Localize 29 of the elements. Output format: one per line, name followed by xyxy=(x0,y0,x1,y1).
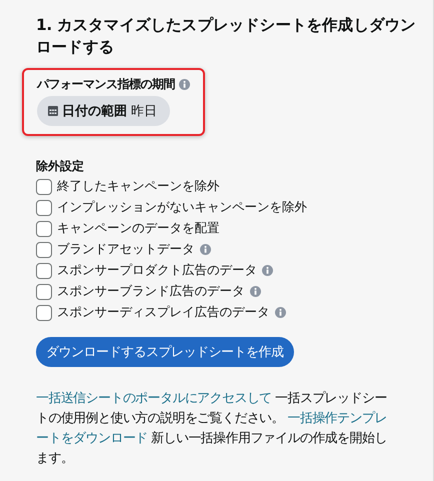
info-icon[interactable] xyxy=(262,265,273,276)
help-link[interactable]: 一括送信シートのポータルにアクセスして xyxy=(36,391,272,406)
section-heading: 除外設定 xyxy=(36,158,85,175)
section-title: 1. カスタマイズしたスプレッドシートを作成しダウンロードする xyxy=(36,15,417,58)
checkbox-label: スポンサーブランド広告のデータ xyxy=(57,283,244,300)
checkbox-label: スポンサーディスプレイ広告のデータ xyxy=(57,304,270,321)
checkbox[interactable] xyxy=(36,242,52,258)
checkbox[interactable] xyxy=(36,220,52,236)
checkbox[interactable] xyxy=(36,200,52,216)
date-range-button[interactable]: 日付の範囲 昨日 xyxy=(37,96,170,126)
checkbox-label: インプレッションがないキャンペーンを除外 xyxy=(57,199,307,216)
help-link[interactable]: 一括操作テンプレ xyxy=(287,411,387,426)
calendar-icon xyxy=(48,106,58,116)
checkbox-label: 終了したキャンペーンを除外 xyxy=(57,178,220,195)
help-link[interactable]: ートをダウンロード xyxy=(36,431,148,446)
checkbox-label: キャンペーンのデータを配置 xyxy=(57,220,220,237)
checkbox-label: ブランドアセットデータ xyxy=(57,241,194,258)
info-icon[interactable] xyxy=(250,286,260,297)
checkbox[interactable] xyxy=(36,262,52,278)
field-label: パフォーマンス指標の期間 xyxy=(37,76,175,93)
checkbox[interactable] xyxy=(36,304,52,320)
info-icon[interactable] xyxy=(274,307,286,318)
create-spreadsheet-button[interactable]: ダウンロードするスプレッドシートを作成 xyxy=(36,337,294,367)
checkbox-label: スポンサープロダクト広告のデータ xyxy=(57,262,257,279)
info-icon[interactable] xyxy=(200,244,210,255)
info-icon[interactable] xyxy=(179,79,190,90)
help-paragraph: 一括送信シートのポータルにアクセスして 一括スプレッドシー トの使用例と使い方の説明をご覧ください。 一括操作テンプレ ートをダウンロード 新しい一括操作用ファイルの作成を開始し ます。 xyxy=(36,390,388,468)
checkbox[interactable] xyxy=(36,284,52,300)
checkbox[interactable] xyxy=(36,178,52,194)
